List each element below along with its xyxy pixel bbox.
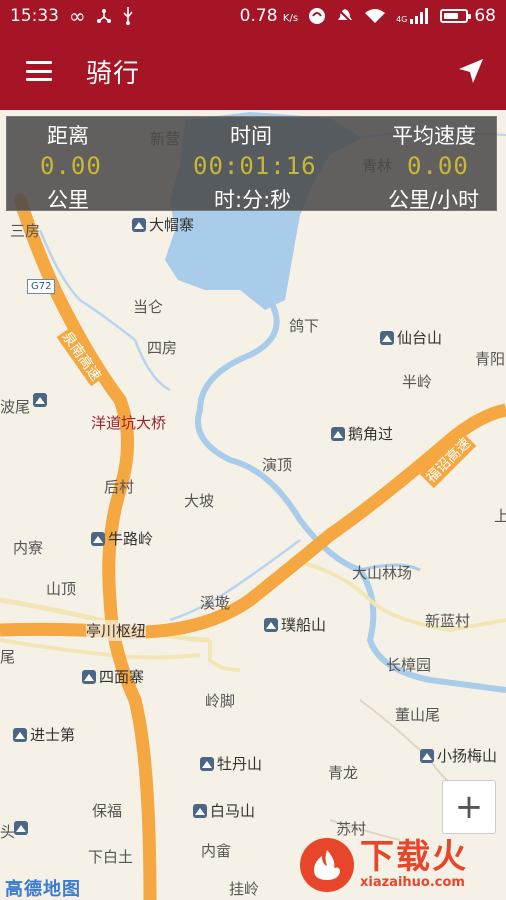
distance-value: 0.00 — [40, 152, 102, 180]
page-title: 骑行 — [86, 58, 141, 89]
place-label: 头 — [0, 823, 16, 841]
avg-speed-value: 0.00 — [407, 152, 469, 180]
interchange-label: 亭川枢纽 — [86, 620, 147, 641]
share-icon — [96, 8, 112, 24]
mountain-icon — [91, 531, 105, 546]
distance-label: 距离 — [47, 124, 89, 148]
poi — [33, 393, 47, 407]
poi — [14, 821, 28, 835]
avg-speed-unit: 公里/小时 — [388, 188, 480, 212]
map-view[interactable]: G72 新营 青林 三房 当仑 四房 鸽下 青阳 半岭 洋道坑大桥 演顶 后村 … — [0, 110, 506, 900]
navigation-arrow-icon — [459, 59, 483, 83]
place-label: 鸽下 — [289, 317, 320, 335]
landmark-icon — [13, 727, 27, 742]
watermark-cn: 下载火 — [360, 837, 468, 878]
battery-icon — [440, 9, 472, 23]
poi: 仙台山 — [380, 327, 442, 348]
mountain-icon — [200, 756, 214, 771]
poi: 牡丹山 — [200, 753, 262, 774]
infinity-icon: ∞ — [69, 4, 86, 28]
menu-button[interactable] — [0, 32, 78, 110]
mountain-icon — [132, 217, 146, 232]
zoom-in-button[interactable]: + — [442, 780, 496, 834]
place-label: 青阳 — [475, 350, 506, 368]
place-label: 青龙 — [328, 764, 359, 782]
place-label: 内畲 — [201, 842, 232, 860]
poi: 璞船山 — [264, 614, 326, 635]
network-speed: 0.78 K/s — [239, 6, 299, 26]
place-label: 后村 — [104, 478, 135, 496]
place-label: 保福 — [92, 802, 123, 820]
mountain-icon — [82, 669, 96, 684]
battery-percent: 68 — [474, 6, 496, 26]
place-label: 上 — [494, 507, 506, 525]
status-left: 15:33 ∞ — [10, 4, 134, 28]
status-right: 0.78 K/s 4G 68 — [240, 6, 496, 26]
mountain-icon — [264, 617, 278, 632]
place-label: 三房 — [10, 222, 41, 240]
time-value: 00:01:16 — [193, 152, 317, 180]
hamburger-icon — [26, 61, 52, 81]
poi: 进士第 — [13, 724, 75, 745]
place-label: 波尾 — [0, 398, 31, 416]
app-bar: 骑行 — [0, 32, 506, 110]
place-label: 大坡 — [184, 492, 215, 510]
map-logo: 高德地图 — [5, 879, 81, 900]
status-bar: 15:33 ∞ 0.78 K/s 4G 68 — [0, 0, 506, 32]
poi: 大帽寨 — [132, 214, 194, 235]
place-label: 尾 — [0, 648, 16, 666]
bridge-label: 洋道坑大桥 — [91, 414, 167, 432]
poi: 小扬梅山 — [420, 745, 497, 766]
place-label: 半岭 — [402, 373, 433, 391]
ride-stats-panel: 距离 时间 平均速度 0.00 00:01:16 0.00 公里 时:分:秒 公… — [6, 116, 497, 212]
place-label: 挂岭 — [229, 880, 260, 898]
distance-unit: 公里 — [47, 188, 89, 212]
place-label: 下白土 — [88, 848, 134, 866]
location-button[interactable] — [448, 48, 494, 94]
poi: 鹅角过 — [331, 423, 393, 444]
place-label: 长樟园 — [386, 656, 432, 674]
road-badge: G72 — [27, 279, 56, 294]
fire-logo-icon — [300, 838, 354, 892]
place-label: 演顶 — [262, 456, 293, 474]
poi: 四面寨 — [82, 666, 144, 687]
place-label: 新蓝村 — [425, 612, 471, 630]
nfc-icon — [308, 7, 326, 25]
poi: 白马山 — [193, 800, 255, 821]
mountain-icon — [331, 426, 345, 441]
place-label: 山顶 — [46, 580, 77, 598]
mountain-icon — [14, 821, 28, 835]
status-time: 15:33 — [10, 6, 59, 26]
place-label: 大山林场 — [352, 564, 413, 582]
mountain-icon — [380, 330, 394, 345]
mountain-icon — [33, 393, 47, 407]
usb-icon — [122, 7, 134, 25]
watermark-en: xiazaihuo.com — [360, 875, 465, 891]
site-watermark: 下载火 xiazaihuo.com — [300, 834, 502, 896]
place-label: 董山尾 — [395, 706, 441, 724]
battery-indicator: 68 — [440, 6, 496, 26]
mountain-icon — [420, 748, 434, 763]
mute-icon — [336, 7, 354, 25]
map-base — [0, 112, 506, 900]
time-unit: 时:分:秒 — [214, 188, 292, 212]
watermark-text: 下载火 xiazaihuo.com — [360, 837, 468, 891]
poi: 牛路岭 — [91, 528, 153, 549]
place-label: 四房 — [147, 339, 178, 357]
mountain-icon — [193, 803, 207, 818]
place-label: 内寮 — [13, 539, 44, 557]
place-label: 溪墘 — [200, 594, 231, 612]
time-label: 时间 — [230, 124, 272, 148]
avg-speed-label: 平均速度 — [392, 124, 476, 148]
place-label: 当仑 — [133, 298, 164, 316]
signal-icon: 4G — [396, 8, 430, 24]
place-label: 岭脚 — [205, 692, 236, 710]
wifi-icon — [364, 8, 386, 24]
